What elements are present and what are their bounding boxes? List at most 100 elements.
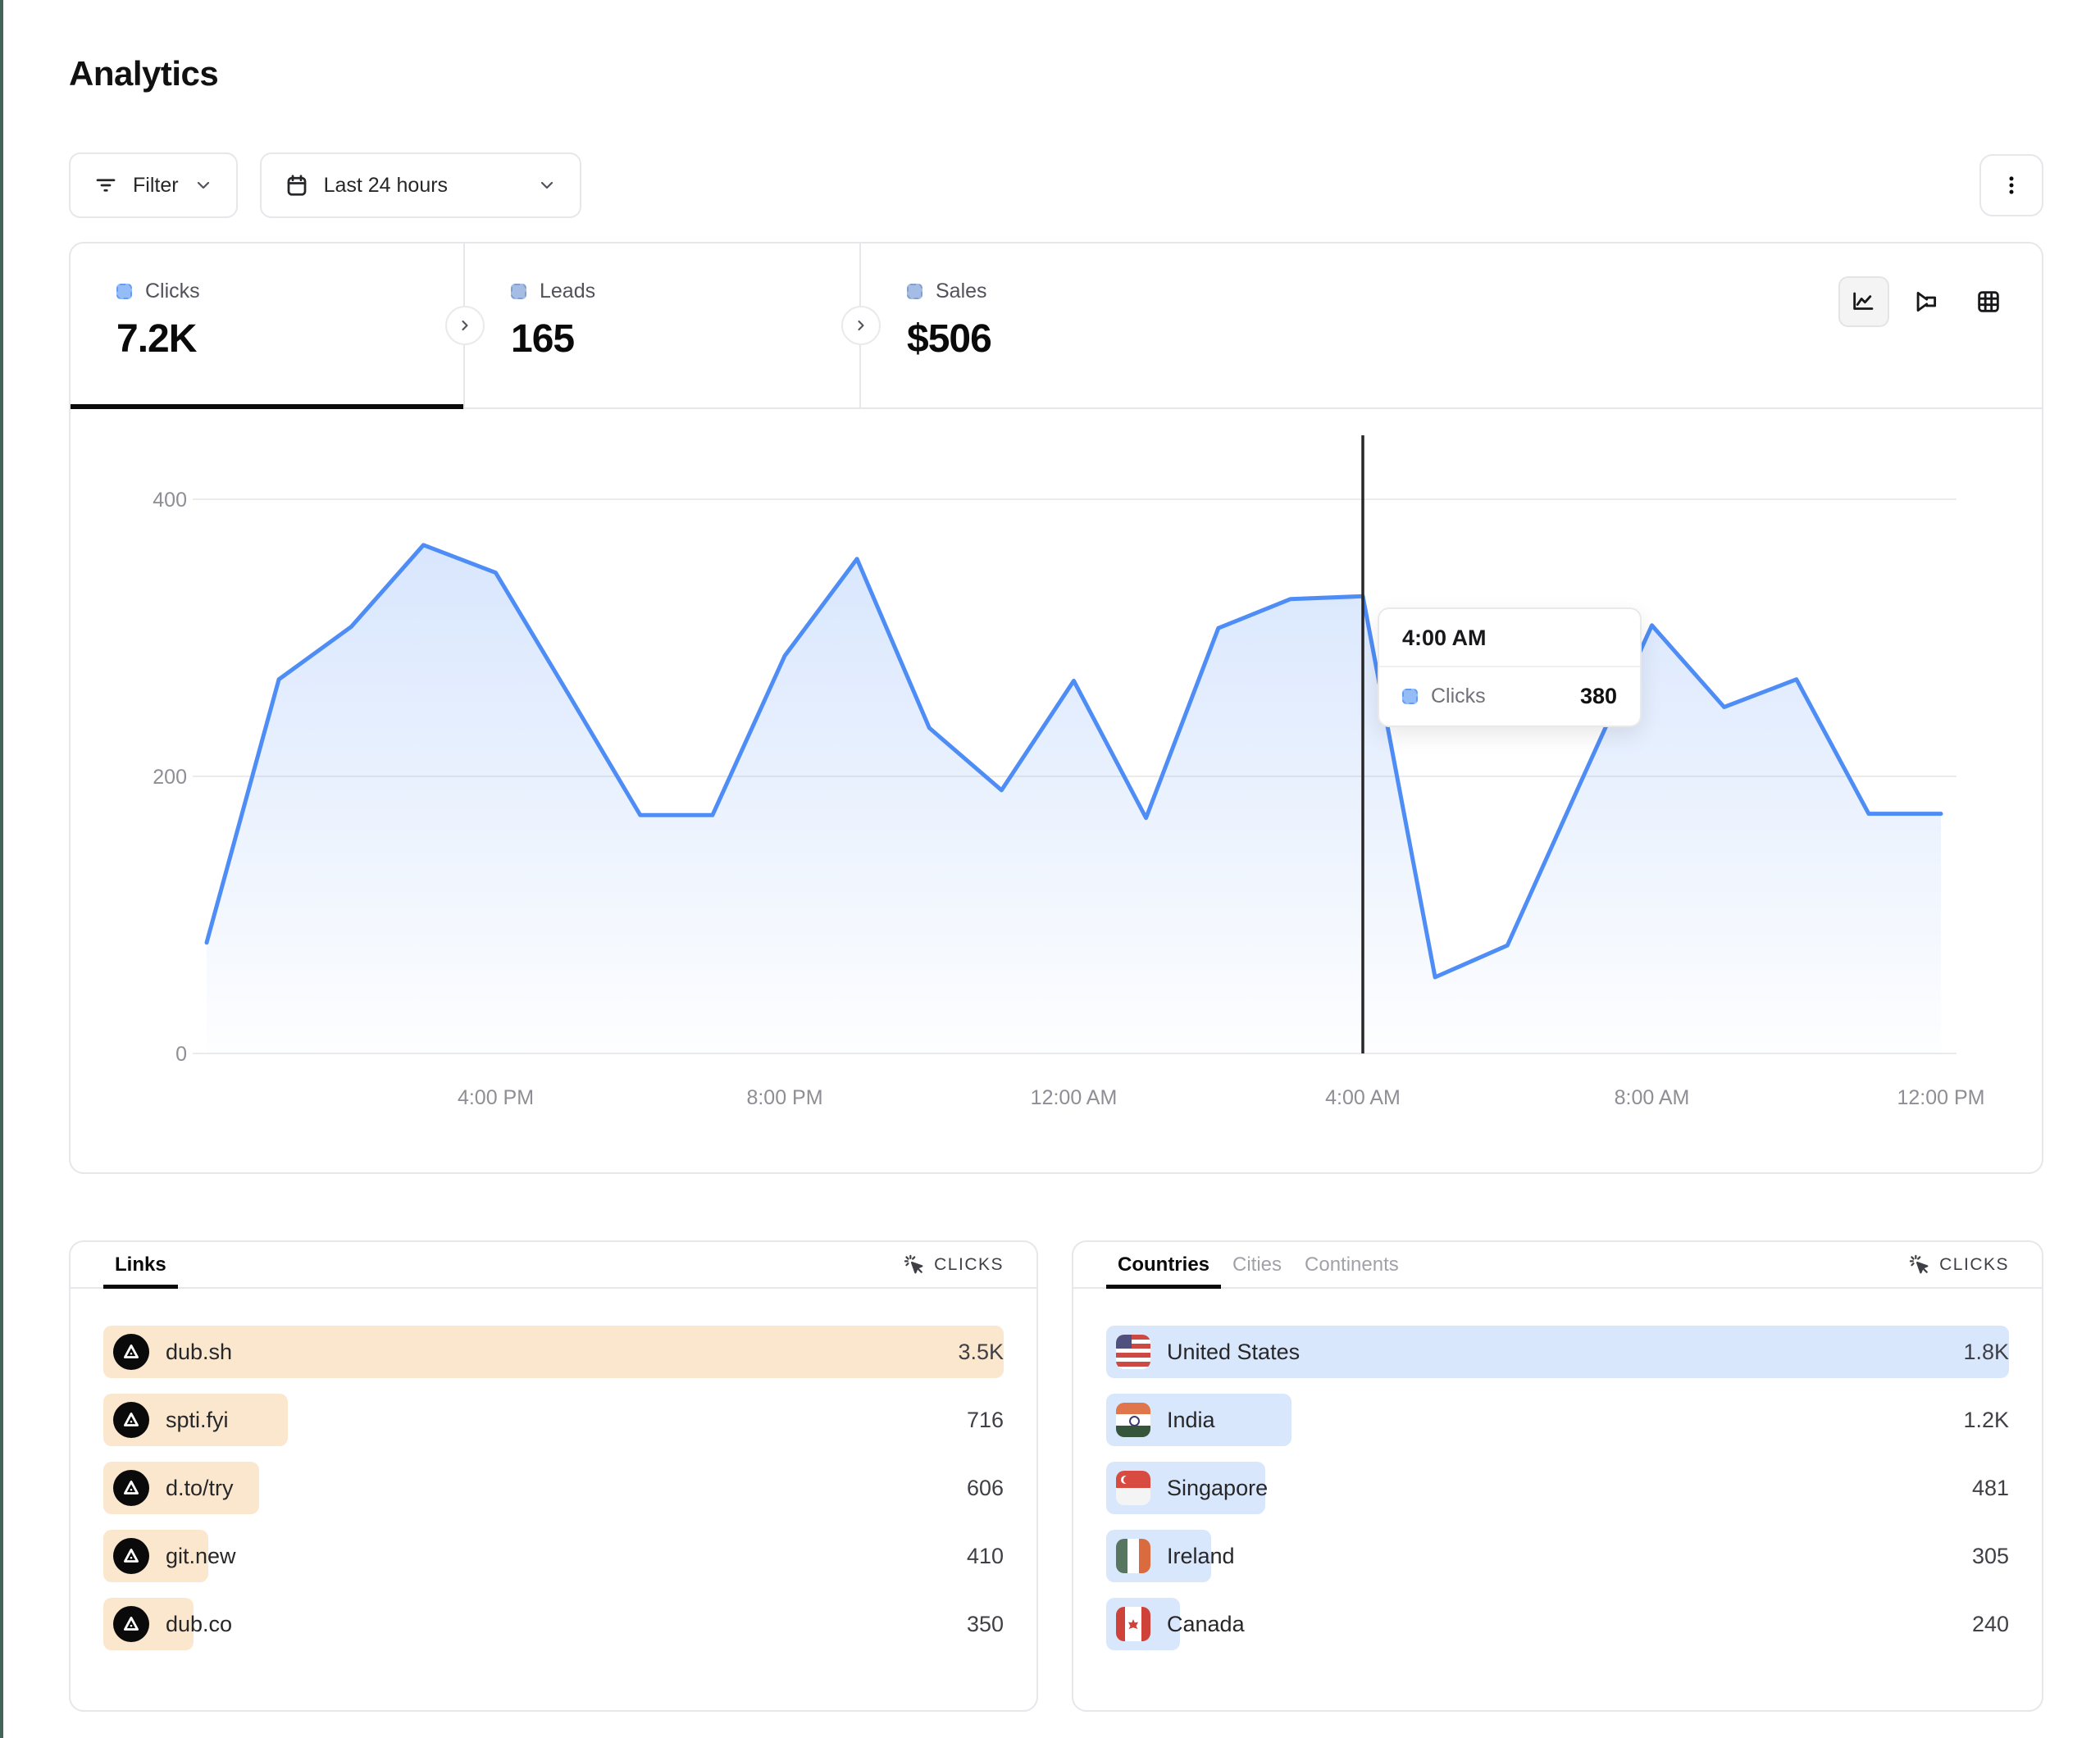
country-clicks-value: 240 [1972, 1612, 2009, 1637]
cities-tab-label: Cities [1232, 1253, 1282, 1276]
country-row[interactable]: Ireland 305 [1106, 1530, 2009, 1582]
svg-text:200: 200 [153, 766, 187, 789]
breakdown-cards: Links CLICKS [69, 1240, 2043, 1712]
country-label: India [1167, 1408, 1215, 1433]
countries-tab-label: Countries [1118, 1253, 1209, 1276]
links-metric-header-label: CLICKS [934, 1255, 1004, 1275]
funnel-view-button[interactable] [1901, 276, 1952, 327]
tooltip-legend-square [1402, 689, 1418, 704]
link-clicks-value: 410 [967, 1544, 1004, 1569]
x-axis-labels: 4:00 PM8:00 PM12:00 AM4:00 AM8:00 AM12:0… [458, 1086, 1985, 1109]
date-range-label: Last 24 hours [324, 174, 449, 198]
leads-value: 165 [511, 316, 859, 362]
continents-tab-label: Continents [1305, 1253, 1399, 1276]
tab-links[interactable]: Links [103, 1242, 178, 1287]
clicks-value: 7.2K [116, 316, 463, 362]
filter-icon [93, 173, 118, 198]
links-list: dub.sh 3.5K spti.fyi 716 d.to/try 606 [71, 1289, 1036, 1650]
analytics-chart-card: Clicks 7.2K Leads 165 Sales $506 [69, 242, 2043, 1174]
sales-tab-label: Sales [936, 280, 987, 303]
country-row[interactable]: Canada 240 [1106, 1598, 2009, 1650]
toolbar: Filter Last 24 hours [69, 152, 2043, 218]
kebab-icon [1999, 173, 2024, 198]
area-chart[interactable]: 0200400 4:00 PM8:00 PM12:00 AM4:00 AM8:0… [71, 409, 2042, 1172]
chart-view-switcher [1838, 276, 2014, 327]
link-label: d.to/try [166, 1476, 234, 1501]
expand-clicks-button[interactable] [445, 306, 485, 345]
countries-metric-header-label: CLICKS [1939, 1255, 2009, 1275]
line-chart-view-button[interactable] [1838, 276, 1889, 327]
links-card: Links CLICKS [69, 1240, 1038, 1712]
country-flag-icon [1116, 1607, 1150, 1641]
country-row[interactable]: India 1.2K [1106, 1394, 2009, 1446]
tooltip-series-label: Clicks [1431, 685, 1486, 708]
country-label: Singapore [1167, 1476, 1268, 1501]
country-flag-icon [1116, 1539, 1150, 1573]
date-range-button[interactable]: Last 24 hours [260, 152, 581, 218]
link-row[interactable]: dub.co 350 [103, 1598, 1004, 1650]
country-flag-icon [1116, 1403, 1150, 1437]
country-clicks-value: 305 [1972, 1544, 2009, 1569]
country-row[interactable]: Singapore 481 [1106, 1462, 2009, 1514]
chevron-down-icon [194, 175, 213, 195]
link-clicks-value: 350 [967, 1612, 1004, 1637]
dub-logo-icon [113, 1538, 149, 1574]
chart-tooltip: 4:00 AM Clicks 380 [1378, 607, 1642, 727]
countries-metric-header[interactable]: CLICKS [1908, 1242, 2009, 1287]
clicks-time-series-chart[interactable]: 0200400 4:00 PM8:00 PM12:00 AM4:00 AM8:0… [71, 409, 2042, 1172]
filter-button-label: Filter [133, 174, 179, 198]
tooltip-time: 4:00 AM [1379, 609, 1640, 667]
link-label: dub.co [166, 1612, 232, 1637]
country-label: Ireland [1167, 1544, 1235, 1569]
calendar-icon [285, 173, 309, 198]
country-label: Canada [1167, 1612, 1245, 1637]
y-axis-labels: 0200400 [153, 489, 187, 1066]
country-flag-icon [1116, 1335, 1150, 1369]
dub-logo-icon [113, 1334, 149, 1370]
country-row[interactable]: United States 1.8K [1106, 1326, 2009, 1378]
leads-tab-label: Leads [540, 280, 595, 303]
dub-logo-icon [113, 1402, 149, 1438]
table-view-button[interactable] [1963, 276, 2014, 327]
country-clicks-value: 1.2K [1963, 1408, 2009, 1433]
countries-card: Countries Cities Continents CLICKS [1072, 1240, 2043, 1712]
analytics-page: Analytics Filter Last 24 hours [0, 0, 2100, 1738]
area-fill [207, 545, 1941, 1053]
link-clicks-value: 3.5K [958, 1340, 1004, 1365]
metric-tabs: Clicks 7.2K Leads 165 Sales $506 [71, 243, 2042, 409]
link-clicks-value: 716 [967, 1408, 1004, 1433]
link-row[interactable]: dub.sh 3.5K [103, 1326, 1004, 1378]
page-title: Analytics [69, 54, 2043, 93]
cursor-click-icon [1908, 1253, 1931, 1276]
svg-text:4:00 AM: 4:00 AM [1325, 1086, 1401, 1109]
tab-countries[interactable]: Countries [1106, 1242, 1221, 1287]
dub-logo-icon [113, 1470, 149, 1506]
tab-leads[interactable]: Leads 165 [465, 243, 861, 407]
filter-button[interactable]: Filter [69, 152, 238, 218]
cursor-click-icon [903, 1253, 926, 1276]
link-row[interactable]: git.new 410 [103, 1530, 1004, 1582]
country-clicks-value: 1.8K [1963, 1340, 2009, 1365]
country-flag-icon [1116, 1471, 1150, 1505]
links-metric-header[interactable]: CLICKS [903, 1242, 1004, 1287]
tab-clicks[interactable]: Clicks 7.2K [71, 243, 465, 407]
link-row[interactable]: spti.fyi 716 [103, 1394, 1004, 1446]
svg-text:12:00 AM: 12:00 AM [1031, 1086, 1118, 1109]
tooltip-value: 380 [1580, 684, 1617, 709]
country-label: United States [1167, 1340, 1300, 1365]
grid-icon [1975, 288, 2002, 316]
more-options-button[interactable] [1979, 154, 2043, 216]
link-label: dub.sh [166, 1340, 232, 1365]
countries-list: United States 1.8K India 1.2K Singapore … [1073, 1289, 2042, 1650]
expand-leads-button[interactable] [841, 306, 881, 345]
link-row[interactable]: d.to/try 606 [103, 1462, 1004, 1514]
svg-text:8:00 AM: 8:00 AM [1615, 1086, 1690, 1109]
tab-continents[interactable]: Continents [1293, 1242, 1410, 1287]
svg-text:8:00 PM: 8:00 PM [746, 1086, 822, 1109]
link-clicks-value: 606 [967, 1476, 1004, 1501]
tab-cities[interactable]: Cities [1221, 1242, 1293, 1287]
svg-text:0: 0 [175, 1043, 187, 1066]
leads-legend-square [511, 284, 526, 299]
svg-text:4:00 PM: 4:00 PM [458, 1086, 534, 1109]
links-tab-label: Links [115, 1253, 166, 1276]
